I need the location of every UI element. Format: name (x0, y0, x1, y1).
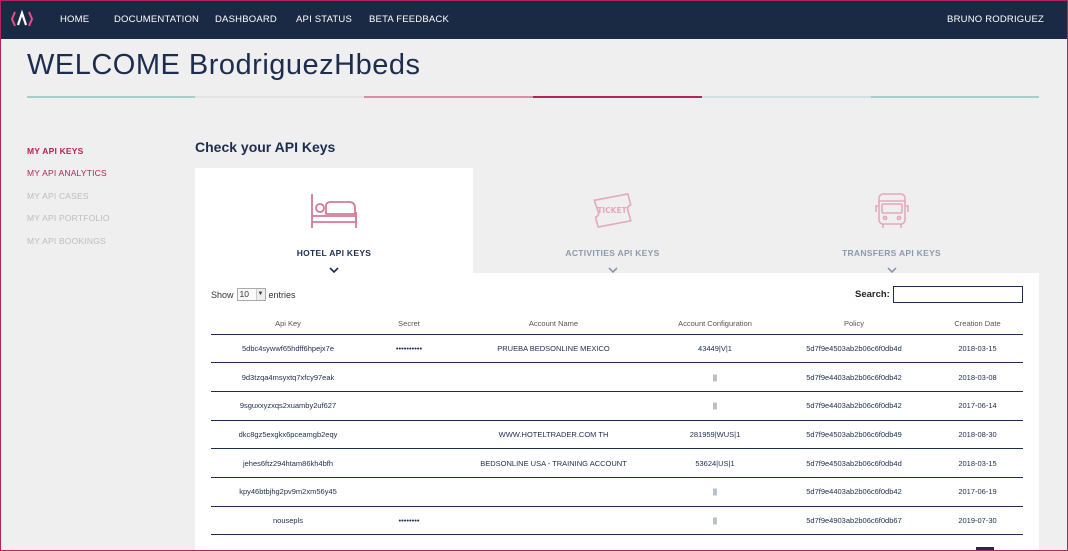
tab-hotel-api-keys[interactable]: HOTEL API KEYS (195, 168, 473, 274)
sidebar-item-my-api-bookings[interactable]: MY API BOOKINGS (27, 236, 106, 246)
nav-documentation[interactable]: DOCUMENTATION (114, 14, 199, 25)
account-config-cell: 53624|US|1 (654, 448, 776, 478)
column-header-account-configuration[interactable]: Account Configuration (654, 313, 776, 335)
search-input[interactable] (893, 286, 1023, 303)
account-name-cell (453, 477, 654, 507)
table-row[interactable]: 9sguxxyzxqs2xuamby2uf627 || 5d7f9e4403ab… (211, 391, 1023, 421)
policy-cell: 5d7f9e4503ab2b06c6f0db49 (776, 420, 932, 450)
chevron-down-icon: ▼ (255, 289, 265, 300)
bus-icon (874, 192, 910, 235)
creation-date-cell: 2017-06-14 (932, 391, 1023, 421)
account-name-cell: PRUEBA BEDSONLINE MEXICO (453, 334, 654, 364)
account-name-cell: WWW.HOTELTRADER.COM TH (453, 420, 654, 450)
creation-date-cell: 2018-03-08 (932, 362, 1023, 392)
creation-date-cell: 2018-03-15 (932, 334, 1023, 364)
api-key-cell: nousepls (211, 506, 365, 536)
nav-dashboard[interactable]: DASHBOARD (215, 14, 277, 25)
policy-cell: 5d7f9e4503ab2b06c6f0db4d (776, 334, 932, 364)
entries-value: 10 (239, 289, 249, 299)
policy-cell: 5d7f9e4903ab2b06c6f0db67 (776, 506, 932, 536)
tab-transfers-api-keys[interactable]: TRANSFERS API KEYS (752, 168, 1031, 274)
policy-cell: 5d7f9e4503ab2b06c6f0db4d (776, 448, 932, 478)
table-row[interactable]: jehes6ftz294htam86kh4bfh BEDSONLINE USA … (211, 448, 1023, 478)
section-title: Check your API Keys (195, 139, 336, 155)
secret-cell (365, 477, 453, 507)
tab-label: HOTEL API KEYS (296, 248, 372, 258)
policy-cell: 5d7f9e4403ab2b06c6f0db42 (776, 362, 932, 392)
page-length-control: Show 10 ▼ entries (211, 288, 296, 301)
ticket-icon: TICKET (591, 192, 635, 235)
api-keys-panel: Show 10 ▼ entries Search: Api Key Secret… (195, 273, 1039, 551)
column-header-account-name[interactable]: Account Name (453, 313, 654, 335)
column-header-policy[interactable]: Policy (776, 313, 932, 335)
account-name-cell (453, 362, 654, 392)
top-navbar: HOME DOCUMENTATION DASHBOARD API STATUS … (0, 0, 1068, 39)
secret-cell: •••••••••• (365, 334, 453, 364)
sidebar-item-my-api-cases[interactable]: MY API CASES (27, 191, 89, 201)
sidebar-item-my-api-analytics[interactable]: MY API ANALYTICS (27, 168, 107, 178)
account-name-cell (453, 506, 654, 536)
column-header-creation-date[interactable]: Creation Date (932, 313, 1023, 335)
policy-cell: 5d7f9e4403ab2b06c6f0db42 (776, 477, 932, 507)
api-key-cell: 5dbc4sywwf65hdff6hpejx7e (211, 334, 365, 364)
table-row[interactable]: kpy46btbjhg2pv9m2xm56y45 || 5d7f9e4403ab… (211, 477, 1023, 507)
account-config-cell: 281959|WUS|1 (654, 420, 776, 450)
column-header-api-key[interactable]: Api Key (211, 313, 365, 335)
secret-cell (365, 391, 453, 421)
policy-cell: 5d7f9e4403ab2b06c6f0db42 (776, 391, 932, 421)
entries-select[interactable]: 10 ▼ (236, 288, 266, 301)
entries-label: entries (268, 289, 296, 300)
column-header-secret[interactable]: Secret (365, 313, 453, 335)
account-name-cell (453, 391, 654, 421)
nav-home[interactable]: HOME (60, 14, 89, 25)
secret-cell (365, 420, 453, 450)
table-row[interactable]: nousepls •••••••• || 5d7f9e4903ab2b06c6f… (211, 506, 1023, 536)
account-config-cell: || (654, 362, 776, 392)
pagination-button[interactable] (976, 547, 994, 551)
account-name-cell: BEDSONLINE USA - TRAINING ACCOUNT (453, 448, 654, 478)
creation-date-cell: 2018-03-15 (932, 448, 1023, 478)
tab-label: TRANSFERS API KEYS (841, 248, 942, 258)
account-config-cell: || (654, 391, 776, 421)
sidebar-item-my-api-portfolio[interactable]: MY API PORTFOLIO (27, 213, 110, 223)
api-key-cell: 9sguxxyzxqs2xuamby2uf627 (211, 391, 365, 421)
creation-date-cell: 2018-08-30 (932, 420, 1023, 450)
secret-cell (365, 362, 453, 392)
api-key-cell: kpy46btbjhg2pv9m2xm56y45 (211, 477, 365, 507)
api-key-cell: dkc8gz5exgkx6pceamgb2eqy (211, 420, 365, 450)
nav-api-status[interactable]: API STATUS (296, 14, 352, 25)
api-keys-table: Api Key Secret Account Name Account Conf… (211, 313, 1023, 536)
tab-activities-api-keys[interactable]: TICKET ACTIVITIES API KEYS (473, 168, 752, 274)
user-menu[interactable]: BRUNO RODRIGUEZ (947, 14, 1044, 25)
table-row[interactable]: 5dbc4sywwf65hdff6hpejx7e •••••••••• PRUE… (211, 334, 1023, 364)
show-label: Show (211, 289, 234, 300)
bed-icon (309, 192, 359, 235)
nav-beta-feedback[interactable]: BETA FEEDBACK (369, 14, 449, 25)
table-row[interactable]: 9d3tzqa4msyxtq7xfcy97eak || 5d7f9e4403ab… (211, 362, 1023, 392)
svg-text:TICKET: TICKET (597, 206, 627, 215)
search-label: Search: (855, 289, 890, 300)
account-config-cell: || (654, 506, 776, 536)
account-config-cell: 43449|V|1 (654, 334, 776, 364)
creation-date-cell: 2019-07-30 (932, 506, 1023, 536)
tab-label: ACTIVITIES API KEYS (565, 248, 660, 258)
sidebar-item-my-api-keys[interactable]: MY API KEYS (27, 146, 84, 156)
api-key-cell: jehes6ftz294htam86kh4bfh (211, 448, 365, 478)
api-key-cell: 9d3tzqa4msyxtq7xfcy97eak (211, 362, 365, 392)
brand-logo-icon[interactable] (11, 10, 33, 28)
creation-date-cell: 2017-06-19 (932, 477, 1023, 507)
table-header-row: Api Key Secret Account Name Account Conf… (211, 313, 1023, 335)
account-config-cell: || (654, 477, 776, 507)
secret-cell: •••••••• (365, 506, 453, 536)
secret-cell (365, 448, 453, 478)
page-title: WELCOME BrodriguezHbeds (27, 49, 421, 81)
table-row[interactable]: dkc8gz5exgkx6pceamgb2eqy WWW.HOTELTRADER… (211, 420, 1023, 450)
